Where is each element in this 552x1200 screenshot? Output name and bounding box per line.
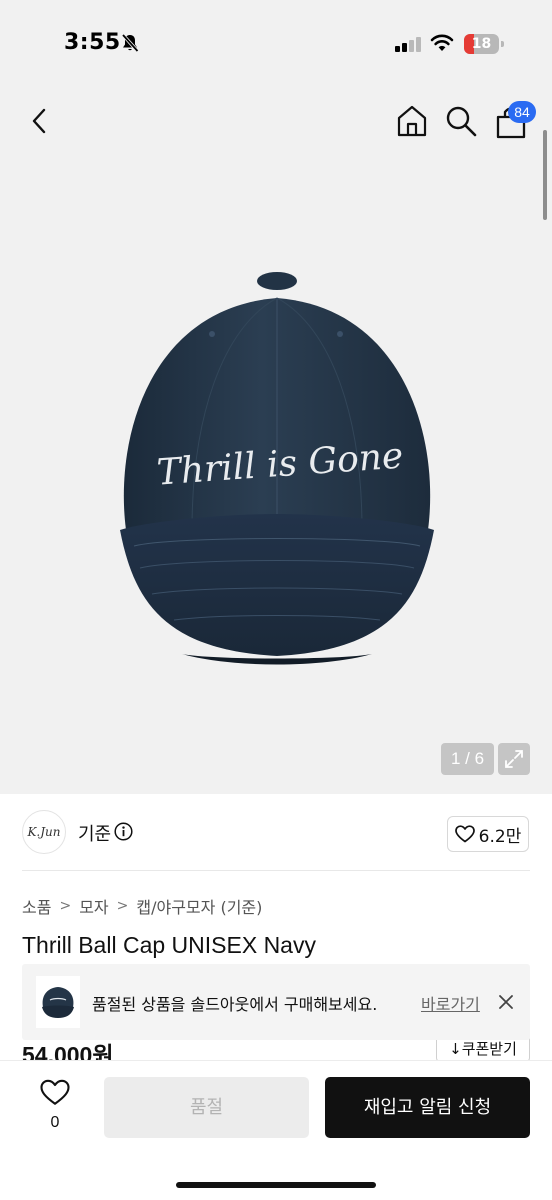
toast-link[interactable]: 바로가기 <box>421 991 480 1015</box>
status-bar: 3:55 18 <box>0 0 552 90</box>
scrollbar[interactable] <box>543 130 547 220</box>
restock-alert-button[interactable]: 재입고 알림 신청 <box>325 1077 530 1138</box>
expand-icon <box>505 750 523 768</box>
battery-level: 18 <box>471 36 492 52</box>
toast-product-thumbnail <box>36 976 80 1028</box>
soldout-button: 품절 <box>104 1077 309 1138</box>
wishlist-count: 0 <box>50 1114 60 1131</box>
brand-name[interactable]: 기준 <box>78 820 111 846</box>
chevron-right-icon: > <box>59 898 72 914</box>
heart-icon <box>40 1079 70 1105</box>
soldout-toast: 품절된 상품을 솔드아웃에서 구매해보세요. 바로가기 <box>22 964 530 1040</box>
cap-thumbnail-icon <box>42 987 74 1018</box>
like-button[interactable]: 6.2만 <box>447 816 529 852</box>
cart-count-badge: 84 <box>508 101 536 123</box>
wishlist-button[interactable]: 0 <box>36 1079 74 1132</box>
back-icon <box>32 108 46 134</box>
breadcrumb: 소품 > 모자 > 캡/야구모자 (기준) <box>22 894 262 918</box>
search-icon[interactable] <box>443 103 479 139</box>
battery-icon: 18 <box>464 34 504 54</box>
bottom-action-bar: 0 품절 재입고 알림 신청 <box>0 1060 552 1200</box>
like-count: 6.2만 <box>478 826 522 847</box>
back-button[interactable] <box>22 104 56 138</box>
image-counter: 1 / 6 <box>441 743 494 775</box>
toast-message: 품절된 상품을 솔드아웃에서 구매해보세요. <box>92 995 378 1014</box>
product-hero: 3:55 18 84 Thrill is Gone 1 / 6 <box>0 0 552 794</box>
heart-icon <box>454 825 475 843</box>
wifi-icon <box>430 34 454 51</box>
brand-logo[interactable]: K.Jun <box>22 810 66 854</box>
expand-button[interactable] <box>498 743 530 775</box>
home-indicator[interactable] <box>176 1182 376 1188</box>
divider <box>22 870 530 871</box>
home-icon[interactable] <box>394 103 430 139</box>
breadcrumb-item[interactable]: 캡/야구모자 (기준) <box>136 894 262 918</box>
breadcrumb-item[interactable]: 소품 <box>22 894 51 918</box>
product-title: Thrill Ball Cap UNISEX Navy <box>22 932 316 958</box>
signal-icon <box>395 36 423 52</box>
chevron-right-icon: > <box>116 898 129 914</box>
status-time: 3:55 <box>64 30 121 55</box>
brand-row: K.Jun 기준 6.2만 <box>0 806 552 858</box>
info-icon[interactable] <box>114 822 133 841</box>
product-image[interactable]: Thrill is Gone <box>112 268 442 668</box>
breadcrumb-item[interactable]: 모자 <box>79 894 108 918</box>
coupon-label: 쿠폰받기 <box>461 1040 517 1058</box>
download-icon: ↓ <box>449 1040 462 1058</box>
close-icon[interactable] <box>496 992 516 1012</box>
bell-slash-icon <box>121 33 139 53</box>
